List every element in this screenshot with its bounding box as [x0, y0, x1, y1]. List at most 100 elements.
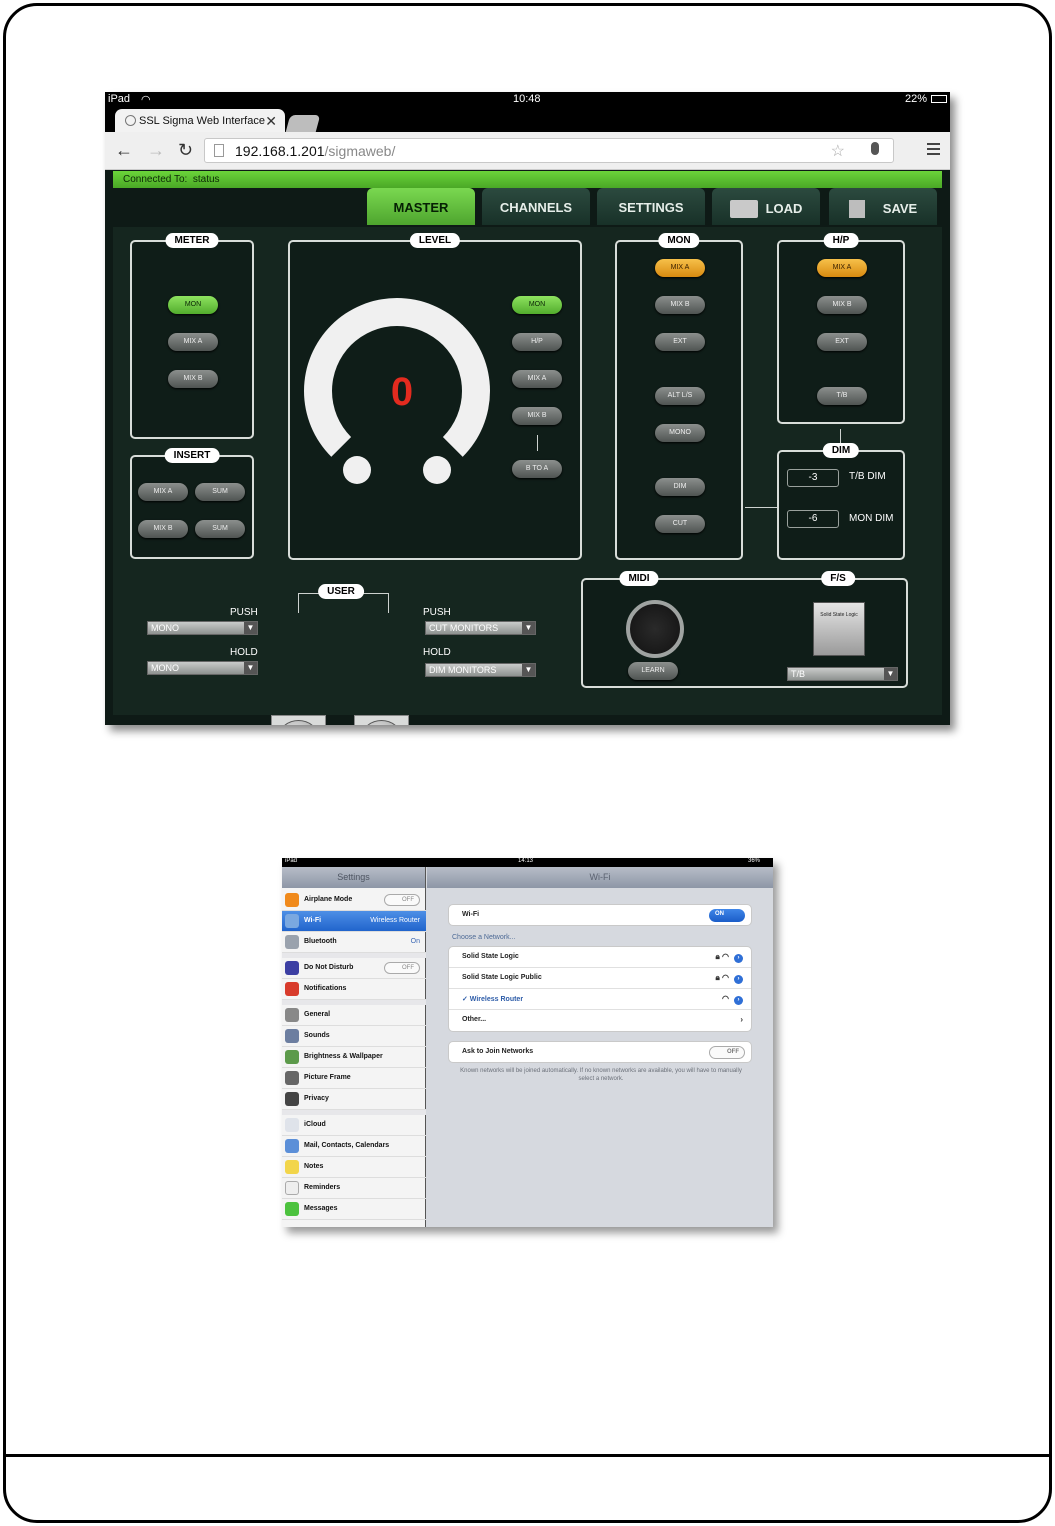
push-left-value: MONO	[151, 623, 179, 633]
fs-select[interactable]: T/B ▼	[787, 667, 898, 681]
settings-tab[interactable]: SETTINGS	[597, 188, 705, 225]
microphone-icon[interactable]	[871, 142, 879, 155]
bluetooth-value: On	[410, 938, 420, 945]
network-row-other[interactable]: Other... ›	[449, 1010, 751, 1031]
midi-learn-button[interactable]: LEARN	[628, 662, 678, 680]
network-name: ✓ Wireless Router	[462, 996, 524, 1003]
airplane-icon	[285, 893, 299, 907]
back-arrow-icon[interactable]: ←	[115, 140, 133, 161]
insert-mix-a-button[interactable]: MIX A	[138, 483, 188, 501]
footswitch-icon: Solid State Logic	[813, 602, 865, 656]
sidebar-item-notes[interactable]: Notes	[282, 1157, 426, 1178]
moon-icon	[285, 961, 299, 975]
sidebar-item-wifi[interactable]: Wi-Fi Wireless Router	[282, 911, 426, 932]
hold-label-left: HOLD	[230, 647, 258, 658]
master-tab[interactable]: MASTER	[367, 188, 475, 225]
mon-mono-button[interactable]: MONO	[655, 424, 705, 442]
mon-alt-ls-button[interactable]: ALT L/S	[655, 387, 705, 405]
network-row[interactable]: Solid State Logic 🔒︎ ◠ ›	[449, 947, 751, 968]
menu-icon[interactable]	[927, 143, 940, 155]
sidebar-item-privacy[interactable]: Privacy	[282, 1089, 426, 1110]
sidebar-item-general[interactable]: General	[282, 1005, 426, 1026]
user-button-1[interactable]	[271, 715, 326, 725]
reload-icon[interactable]: ↻	[178, 140, 193, 161]
hp-panel: H/P MIX A MIX B EXT T/B	[777, 233, 905, 424]
sidebar-item-reminders[interactable]: Reminders	[282, 1178, 426, 1199]
insert-sum-a-button[interactable]: SUM	[195, 483, 245, 501]
network-row-selected[interactable]: ✓ Wireless Router ◠ ›	[449, 989, 751, 1010]
dropdown-arrow-icon: ▼	[244, 622, 257, 634]
close-tab-icon[interactable]: ✕	[265, 113, 277, 130]
sidebar-item-sounds[interactable]: Sounds	[282, 1026, 426, 1047]
picture-frame-icon	[285, 1071, 299, 1085]
airplane-toggle[interactable]: OFF	[384, 894, 420, 906]
sidebar-item-airplane-mode[interactable]: Airplane Mode OFF	[282, 890, 426, 911]
level-mix-b-button[interactable]: MIX B	[512, 407, 562, 425]
b-to-a-button[interactable]: B TO A	[512, 460, 562, 478]
notifications-icon	[285, 982, 299, 996]
mon-dim-value[interactable]: -6	[787, 510, 839, 528]
insert-mix-b-button[interactable]: MIX B	[138, 520, 188, 538]
user-title: USER	[318, 584, 364, 599]
sidebar-item-label: Mail, Contacts, Calendars	[304, 1142, 390, 1149]
wifi-network-value: Wireless Router	[370, 917, 420, 924]
meter-mix-b-button[interactable]: MIX B	[168, 370, 218, 388]
network-row[interactable]: Solid State Logic Public 🔒︎ ◠ ›	[449, 968, 751, 989]
hold-right-select[interactable]: DIM MONITORS ▼	[425, 663, 536, 677]
meter-mix-a-button[interactable]: MIX A	[168, 333, 218, 351]
sidebar-item-brightness[interactable]: Brightness & Wallpaper	[282, 1047, 426, 1068]
push-left-select[interactable]: MONO ▼	[147, 621, 258, 635]
messages-icon	[285, 1202, 299, 1216]
mon-mix-b-button[interactable]: MIX B	[655, 296, 705, 314]
info-icon: ›	[734, 954, 743, 963]
midi-fs-panel: MIDI F/S LEARN Solid State Logic T/B ▼	[581, 571, 908, 688]
load-button[interactable]: LOAD	[712, 188, 820, 225]
tb-dim-value[interactable]: -3	[787, 469, 839, 487]
push-label-left: PUSH	[230, 607, 258, 618]
network-list: Solid State Logic 🔒︎ ◠ › Solid State Logic…	[448, 946, 752, 1032]
level-mon-button[interactable]: MON	[512, 296, 562, 314]
dnd-toggle[interactable]: OFF	[384, 962, 420, 974]
mon-mix-a-button[interactable]: MIX A	[655, 259, 705, 277]
hp-mix-b-button[interactable]: MIX B	[817, 296, 867, 314]
level-title: LEVEL	[409, 233, 461, 248]
bookmark-star-icon[interactable]: ☆	[831, 141, 845, 161]
sidebar-item-label: General	[304, 1011, 331, 1018]
level-hp-button[interactable]: H/P	[512, 333, 562, 351]
ask-join-toggle[interactable]: OFF	[709, 1046, 745, 1059]
save-button[interactable]: SAVE	[829, 188, 937, 225]
mon-title: MON	[658, 233, 700, 248]
sidebar-item-notifications[interactable]: Notifications	[282, 979, 426, 1000]
wifi-toggle[interactable]: ON	[709, 909, 745, 922]
mon-dim-button[interactable]: DIM	[655, 478, 705, 496]
sidebar-item-picture-frame[interactable]: Picture Frame	[282, 1068, 426, 1089]
mon-ext-button[interactable]: EXT	[655, 333, 705, 351]
mon-panel: MON MIX A MIX B EXT ALT L/S MONO DIM CUT	[615, 233, 743, 560]
level-panel: LEVEL 0 MON H/P MIX A MIX B B TO A	[288, 233, 582, 560]
settings-sidebar-title: Settings	[282, 867, 426, 888]
hp-ext-button[interactable]: EXT	[817, 333, 867, 351]
mon-cut-button[interactable]: CUT	[655, 515, 705, 533]
forward-arrow-icon[interactable]: →	[147, 140, 165, 161]
device-label: iPad	[108, 93, 131, 105]
hold-label-right: HOLD	[423, 647, 451, 658]
sidebar-item-mail[interactable]: Mail, Contacts, Calendars	[282, 1136, 426, 1157]
sidebar-item-label: iCloud	[304, 1121, 326, 1128]
hp-tb-button[interactable]: T/B	[817, 387, 867, 405]
sidebar-item-do-not-disturb[interactable]: Do Not Disturb OFF	[282, 958, 426, 979]
push-right-select[interactable]: CUT MONITORS ▼	[425, 621, 536, 635]
browser-tab[interactable]: SSL Sigma Web Interface ✕	[115, 109, 285, 132]
insert-sum-b-button[interactable]: SUM	[195, 520, 245, 538]
channels-tab[interactable]: CHANNELS	[482, 188, 590, 225]
level-mix-a-button[interactable]: MIX A	[512, 370, 562, 388]
hp-mix-a-button[interactable]: MIX A	[817, 259, 867, 277]
user-button-2[interactable]	[354, 715, 409, 725]
address-bar[interactable]: 192.168.1.201/sigmaweb/ ☆	[204, 138, 894, 163]
sidebar-item-icloud[interactable]: iCloud	[282, 1115, 426, 1136]
sidebar-item-bluetooth[interactable]: Bluetooth On	[282, 932, 426, 953]
meter-mon-button[interactable]: MON	[168, 296, 218, 314]
new-tab-button[interactable]	[285, 115, 321, 132]
sidebar-item-messages[interactable]: Messages	[282, 1199, 426, 1220]
hold-left-select[interactable]: MONO ▼	[147, 661, 258, 675]
page-icon	[214, 144, 224, 157]
